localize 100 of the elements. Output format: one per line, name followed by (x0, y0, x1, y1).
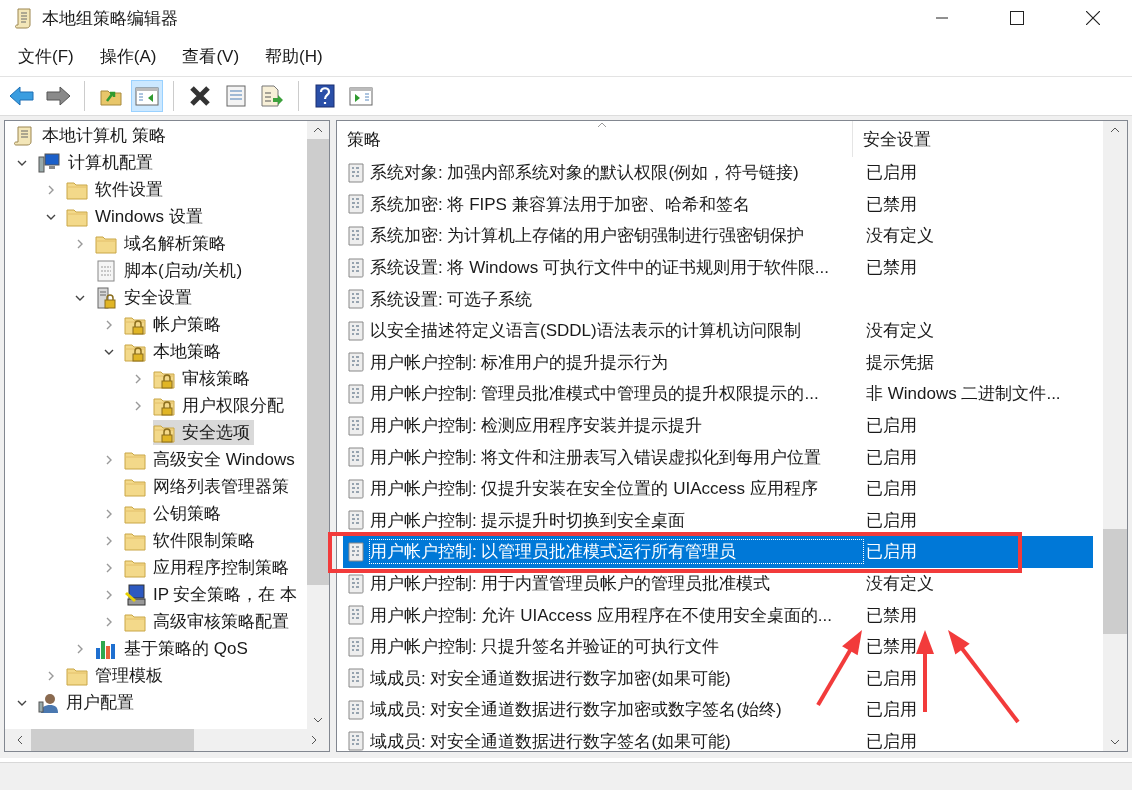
security-setting: 已启用 (865, 415, 917, 438)
tree-item[interactable]: 高级安全 Windows (124, 447, 299, 472)
expand-chevron-icon[interactable] (133, 373, 143, 384)
column-header[interactable]: 安全设置 (853, 127, 931, 151)
column-header[interactable]: 策略 (337, 121, 853, 157)
scroll-left-icon[interactable] (17, 735, 23, 745)
folder-icon (124, 449, 146, 470)
scroll-up-icon[interactable] (313, 127, 323, 133)
security-setting: 没有定义 (865, 320, 934, 343)
policy-icon (347, 541, 365, 562)
expand-chevron-icon[interactable] (104, 319, 114, 330)
vertical-scrollbar[interactable] (1103, 121, 1127, 751)
tree-item[interactable]: 计算机配置 (37, 150, 157, 175)
policy-row[interactable]: 用户帐户控制: 允许 UIAccess 应用程序在不使用安全桌面的... 已禁用 (343, 599, 1093, 631)
policy-row[interactable]: 用户帐户控制: 提示提升时切换到安全桌面 已启用 (343, 504, 1093, 537)
expand-chevron-icon[interactable] (46, 670, 56, 681)
tree-item[interactable]: 管理模板 (66, 663, 167, 688)
policy-row[interactable]: 用户帐户控制: 用于内置管理员帐户的管理员批准模式 没有定义 (343, 567, 1093, 600)
scroll-down-icon[interactable] (313, 717, 323, 723)
policy-name: 域成员: 对安全通道数据进行数字签名(如果可能) (369, 731, 732, 751)
tree-item[interactable]: 高级审核策略配置 (124, 609, 293, 634)
policy-name: 用户帐户控制: 仅提升安装在安全位置的 UIAccess 应用程序 (369, 478, 819, 501)
policy-row[interactable]: 系统设置: 可选子系统 (343, 283, 1093, 315)
scroll-thumb[interactable] (31, 729, 195, 751)
tree-label: 安全设置 (124, 287, 192, 309)
sort-caret-icon (597, 122, 607, 128)
policy-row[interactable]: 系统对象: 加强内部系统对象的默认权限(例如，符号链接) 已启用 (343, 157, 1093, 189)
tree-item[interactable]: 软件限制策略 (124, 528, 259, 553)
tree-item[interactable]: 帐户策略 (124, 312, 225, 337)
tree-item[interactable]: 本地策略 (124, 339, 225, 364)
policy-icon (347, 447, 365, 468)
policy-row[interactable]: 用户帐户控制: 标准用户的提升提示行为 提示凭据 (343, 346, 1093, 379)
policy-row[interactable]: 系统设置: 将 Windows 可执行文件中的证书规则用于软件限... 已禁用 (343, 251, 1093, 284)
scroll-down-icon[interactable] (1110, 739, 1120, 745)
tree-item[interactable]: 基于策略的 QoS (95, 636, 252, 661)
tree-item[interactable]: 公钥策略 (124, 501, 225, 526)
policy-row[interactable]: 域成员: 对安全通道数据进行数字加密(如果可能) 已启用 (343, 662, 1093, 695)
tree-toggle-button[interactable] (131, 80, 163, 112)
menu-item[interactable]: 帮助(H) (257, 40, 331, 72)
tree-label: Windows 设置 (95, 206, 203, 228)
security-setting: 已启用 (865, 478, 917, 501)
expand-chevron-icon[interactable] (75, 643, 85, 654)
expand-chevron-icon[interactable] (104, 589, 114, 600)
tree-label: 域名解析策略 (124, 233, 226, 255)
policy-row[interactable]: 用户帐户控制: 检测应用程序安装并提示提升 已启用 (343, 409, 1093, 442)
policy-name: 系统加密: 将 FIPS 兼容算法用于加密、哈希和签名 (369, 193, 751, 216)
policy-row[interactable]: 系统加密: 将 FIPS 兼容算法用于加密、哈希和签名 已禁用 (343, 188, 1093, 221)
expand-chevron-icon[interactable] (104, 508, 114, 519)
policy-icon (347, 636, 365, 657)
policy-row[interactable]: 用户帐户控制: 以管理员批准模式运行所有管理员 已启用 (343, 536, 1093, 568)
tree-item[interactable]: 用户配置 (37, 690, 138, 715)
policy-row[interactable]: 用户帐户控制: 将文件和注册表写入错误虚拟化到每用户位置 已启用 (343, 441, 1093, 473)
tree-label: 用户配置 (66, 692, 134, 714)
policy-row[interactable]: 系统加密: 为计算机上存储的用户密钥强制进行强密钥保护 没有定义 (343, 220, 1093, 252)
policy-row[interactable]: 域成员: 对安全通道数据进行数字加密或数字签名(始终) 已启用 (343, 694, 1093, 726)
policy-row[interactable]: 用户帐户控制: 管理员批准模式中管理员的提升权限提示的... 非 Windows 二进制文件... (343, 378, 1093, 410)
tree-item[interactable]: 审核策略 (153, 366, 254, 391)
policy-row[interactable]: 用户帐户控制: 仅提升安装在安全位置的 UIAccess 应用程序 已启用 (343, 472, 1093, 505)
policy-icon (347, 226, 365, 246)
tree-label: 基于策略的 QoS (124, 638, 248, 660)
menu-item[interactable]: 查看(V) (174, 40, 248, 72)
folder-icon (124, 476, 146, 497)
policy-name: 用户帐户控制: 以管理员批准模式运行所有管理员 (369, 539, 864, 565)
policy-name: 用户帐户控制: 提示提升时切换到安全桌面 (369, 509, 687, 532)
tree-item[interactable]: 安全选项 (153, 420, 254, 445)
menu-item[interactable]: 文件(F) (10, 40, 82, 72)
tree-item[interactable]: 域名解析策略 (95, 231, 230, 256)
scroll-right-icon[interactable] (311, 735, 317, 745)
tree-item[interactable]: 软件设置 (66, 177, 167, 202)
menu-item[interactable]: 操作(A) (91, 40, 165, 72)
tree-item[interactable]: 本地计算机 策略 (13, 123, 170, 148)
scroll-thumb[interactable] (307, 139, 329, 586)
vertical-scrollbar[interactable] (307, 121, 329, 729)
expand-chevron-icon[interactable] (104, 562, 114, 573)
tree-item[interactable]: 网络列表管理器策 (124, 474, 293, 499)
tree-item[interactable]: 应用程序控制策略 (124, 555, 293, 580)
policy-name: 系统对象: 加强内部系统对象的默认权限(例如，符号链接) (369, 162, 800, 185)
expand-chevron-icon[interactable] (133, 400, 143, 411)
scroll-up-icon[interactable] (1110, 127, 1120, 133)
tree-item[interactable]: 安全设置 (95, 285, 196, 310)
policy-row[interactable]: 以安全描述符定义语言(SDDL)语法表示的计算机访问限制 没有定义 (343, 314, 1093, 347)
tree-item[interactable]: IP 安全策略，在 本 (124, 582, 302, 607)
tree-label: 帐户策略 (153, 314, 221, 336)
expand-chevron-icon[interactable] (104, 454, 114, 465)
close-icon[interactable] (1086, 11, 1100, 25)
tree-item[interactable]: Windows 设置 (66, 204, 207, 229)
expand-chevron-icon[interactable] (104, 535, 114, 546)
policy-icon (347, 383, 365, 404)
policy-name: 系统加密: 为计算机上存储的用户密钥强制进行强密钥保护 (369, 225, 806, 248)
expand-chevron-icon[interactable] (46, 184, 56, 195)
expand-chevron-icon[interactable] (75, 238, 85, 249)
tree-item[interactable]: 脚本(启动/关机) (95, 258, 247, 283)
expand-chevron-icon[interactable] (104, 616, 114, 627)
horizontal-scrollbar[interactable] (5, 729, 329, 751)
scroll-thumb[interactable] (1103, 529, 1127, 634)
panel-icon (349, 86, 373, 106)
policy-row[interactable]: 用户帐户控制: 只提升签名并验证的可执行文件 已禁用 (343, 630, 1093, 663)
tree-item[interactable]: 用户权限分配 (153, 393, 288, 418)
maximize-icon[interactable] (1010, 11, 1024, 25)
policy-row[interactable]: 域成员: 对安全通道数据进行数字签名(如果可能) 已启用 (343, 725, 1093, 751)
